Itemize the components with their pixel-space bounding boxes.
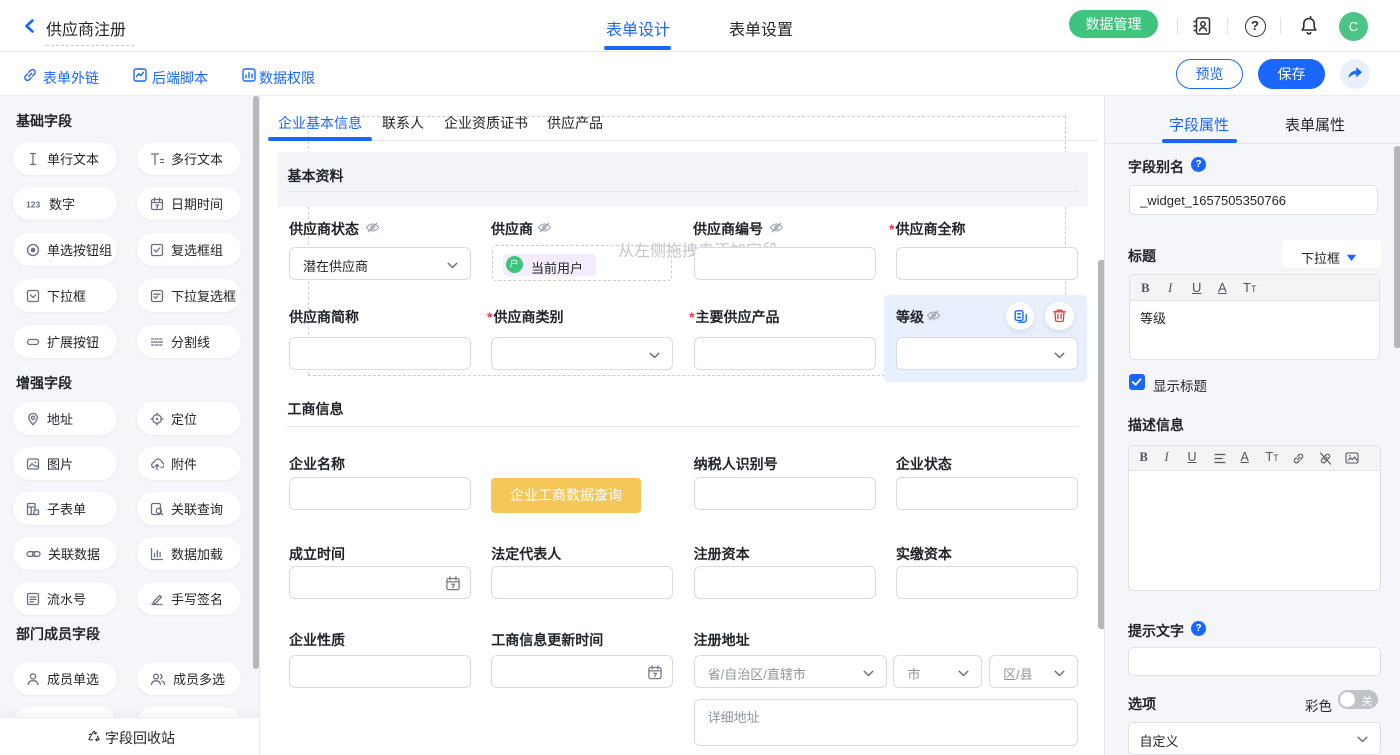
svg-text:123: 123 bbox=[26, 199, 40, 209]
